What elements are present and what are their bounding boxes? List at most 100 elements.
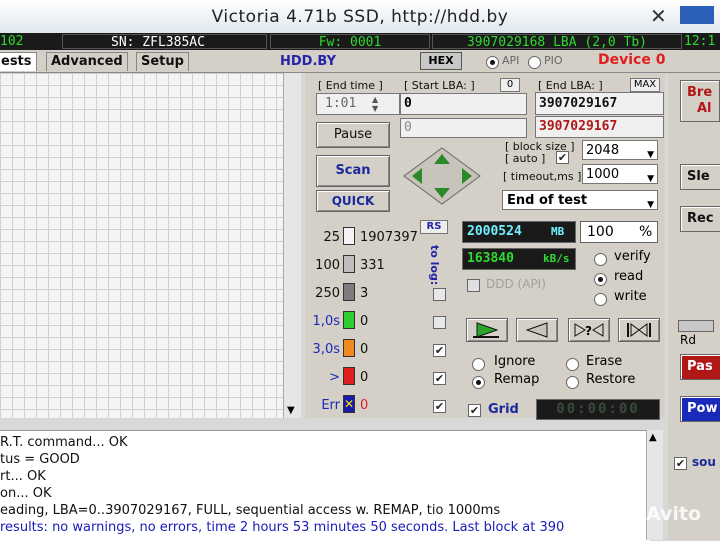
sound-checkbox[interactable]: ✔ (674, 457, 687, 470)
scroll-up-icon[interactable]: ▲ (649, 432, 657, 443)
ddd-checkbox[interactable] (467, 279, 480, 292)
end-time-stepper-icon[interactable]: ▲ ▼ (372, 95, 378, 113)
timing-label: 250 (315, 286, 340, 301)
verify-radio[interactable] (594, 251, 607, 270)
log-lines: R.T. command... OK tus = GOOD rt... OK on..… (0, 432, 646, 540)
percent-value: 100 (587, 224, 614, 240)
api-radio[interactable] (486, 54, 499, 73)
play-icon (473, 322, 499, 338)
ddd-label: DDD (API) (486, 277, 546, 291)
tab-setup[interactable]: Setup (136, 52, 189, 71)
device-label[interactable]: Device 0 (598, 52, 665, 68)
timeout-label: [ timeout,ms ] (503, 170, 582, 183)
tab-tests[interactable]: ests (0, 52, 37, 71)
end-lba-label: [ End LBA: ] (538, 79, 603, 92)
restore-radio[interactable] (566, 374, 579, 393)
to-log-checkbox[interactable]: ✔ (433, 344, 446, 357)
to-log-checkbox[interactable]: ✔ (433, 400, 446, 413)
hdd-by-link[interactable]: HDD.BY (280, 54, 336, 69)
log-line: results: no warnings, no errors, time 2 … (0, 520, 565, 535)
grid-scrollbar[interactable] (283, 73, 301, 418)
passport-button[interactable]: Pas (680, 354, 720, 380)
play-button[interactable] (466, 318, 508, 342)
start-lba-reset[interactable]: 0 (500, 78, 520, 92)
pio-label: PIO (544, 54, 563, 67)
timing-count: 1907397 (360, 230, 418, 245)
direction-pad[interactable] (402, 146, 482, 206)
elapsed-timer: 00:00:00 (536, 399, 660, 420)
timing-label: 1,0s (312, 314, 340, 329)
mb-counter: 2000524 MB (462, 221, 576, 243)
quick-button[interactable]: QUICK (316, 190, 390, 212)
end-action-select[interactable]: End of test ▼ (502, 190, 658, 210)
mb-unit: MB (551, 225, 565, 238)
restore-label: Restore (586, 372, 636, 387)
max-button[interactable]: MAX (630, 78, 660, 92)
skip-button[interactable]: ? (568, 318, 610, 342)
pio-radio[interactable] (528, 54, 541, 73)
reverse-icon (525, 322, 548, 338)
ignore-label: Ignore (494, 354, 536, 369)
break-all-label: Al (697, 101, 712, 116)
write-radio[interactable] (594, 291, 607, 310)
log-line: R.T. command... OK (0, 435, 128, 450)
end-time-label: [ End time ] (318, 79, 383, 92)
grid-checkbox[interactable]: ✔ (468, 404, 481, 417)
auto-label: [ auto ] (505, 152, 546, 165)
break-all-button[interactable]: Bre Al (680, 80, 720, 122)
skip-icon: ? (574, 323, 604, 338)
to-log-checkbox[interactable]: ✔ (433, 372, 446, 385)
timing-list: 25 1907397 100 331 250 3 1,0s 0 3,0s 0 ✔ >0 ✔ Err ✕ 0 ✔ (308, 225, 453, 420)
model-tail: 102 (0, 34, 24, 49)
timing-swatch (343, 227, 355, 245)
remap-radio[interactable] (472, 374, 485, 393)
to-log-checkbox[interactable] (433, 288, 446, 301)
percent-box: 100 % (580, 221, 658, 243)
avito-logo-icon (615, 503, 639, 526)
timing-label: Err (321, 398, 340, 413)
to-log-checkbox[interactable] (433, 316, 446, 329)
start-lba-current: 0 (400, 118, 527, 138)
erase-label: Erase (586, 354, 623, 369)
capacity: 3907029168 LBA (2,0 Tb) (432, 34, 682, 50)
erase-radio[interactable] (566, 356, 579, 375)
window-control[interactable] (680, 6, 714, 24)
serial-number: SN: ZFL385AC (62, 34, 267, 50)
tab-advanced[interactable]: Advanced (46, 52, 128, 71)
end-lba-field[interactable]: 3907029167 (535, 92, 664, 115)
timing-label: 100 (315, 258, 340, 273)
rd-indicator (678, 320, 714, 332)
block-size-value: 2048 (586, 143, 620, 158)
auto-checkbox[interactable]: ✔ (556, 151, 569, 164)
timeout-select[interactable]: 1000 ▼ (582, 164, 658, 184)
log-line: eading, LBA=0..3907029167, FULL, sequent… (0, 503, 501, 518)
log-line: on... OK (0, 486, 52, 501)
sound-label: sou (692, 455, 716, 469)
block-size-select[interactable]: 2048 ▼ (582, 140, 658, 160)
api-label: API (502, 54, 520, 67)
reverse-button[interactable] (516, 318, 558, 342)
end-time-field[interactable]: 1:01 (316, 93, 400, 115)
speed-counter: 163840 kB/s (462, 248, 576, 270)
scroll-down-icon[interactable]: ▼ (287, 405, 295, 416)
firmware: Fw: 0001 (270, 34, 430, 50)
end-icon (627, 323, 651, 337)
ignore-radio[interactable] (472, 356, 485, 375)
write-label: write (614, 289, 647, 304)
pause-button[interactable]: Pause (316, 122, 390, 148)
window-title: Victoria 4.71b SSD, http://hdd.by (211, 7, 509, 27)
end-button[interactable] (618, 318, 660, 342)
power-button[interactable]: Pow (680, 396, 720, 422)
scan-button[interactable]: Scan (316, 155, 390, 187)
recalibrate-button[interactable]: Rec (680, 206, 720, 232)
speed-unit: kB/s (543, 252, 570, 265)
break-label: Bre (687, 85, 713, 100)
timing-label: > (329, 370, 340, 385)
read-radio[interactable] (594, 271, 607, 290)
close-x-icon[interactable]: ✕ (650, 4, 667, 28)
hex-button[interactable]: HEX (420, 52, 462, 70)
start-lba-label: [ Start LBA: ] (404, 79, 475, 92)
start-lba-field[interactable]: 0 (400, 93, 527, 115)
timeout-value: 1000 (586, 167, 620, 182)
sleep-button[interactable]: Sle (680, 164, 720, 190)
